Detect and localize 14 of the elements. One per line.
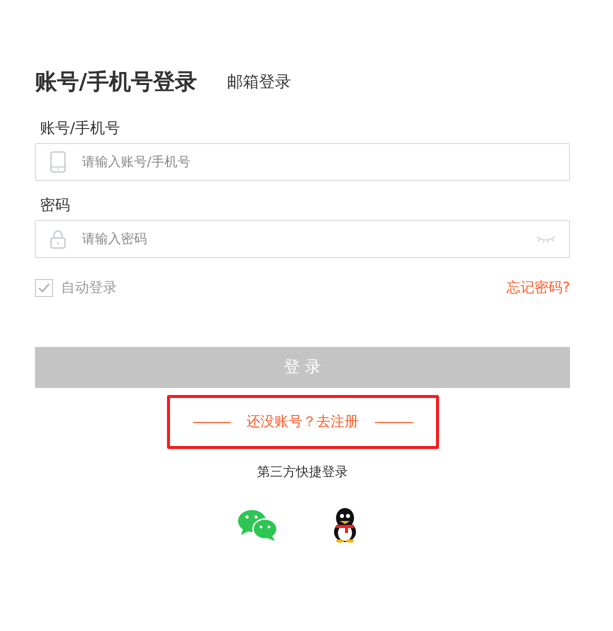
- forgot-password-link[interactable]: 忘记密码?: [506, 279, 570, 297]
- chat-bubbles-icon[interactable]: [236, 508, 278, 542]
- check-icon: [38, 283, 50, 293]
- register-link[interactable]: 还没账号？去注册: [246, 413, 358, 431]
- password-field[interactable]: 请输入密码: [35, 220, 570, 258]
- closed-eye-icon[interactable]: [536, 234, 556, 244]
- auto-login-label: 自动登录: [61, 279, 117, 297]
- field-label: 密码: [39, 195, 71, 215]
- login-tab[interactable]: 邮箱登录: [227, 72, 292, 92]
- field-label: 账号/手机号: [39, 118, 122, 138]
- login-tab[interactable]: 账号/手机号登录: [35, 67, 198, 97]
- account-field[interactable]: 请输入账号/手机号: [35, 143, 570, 181]
- checkbox[interactable]: [35, 279, 53, 297]
- third-party-title: 第三方快捷登录: [256, 464, 349, 481]
